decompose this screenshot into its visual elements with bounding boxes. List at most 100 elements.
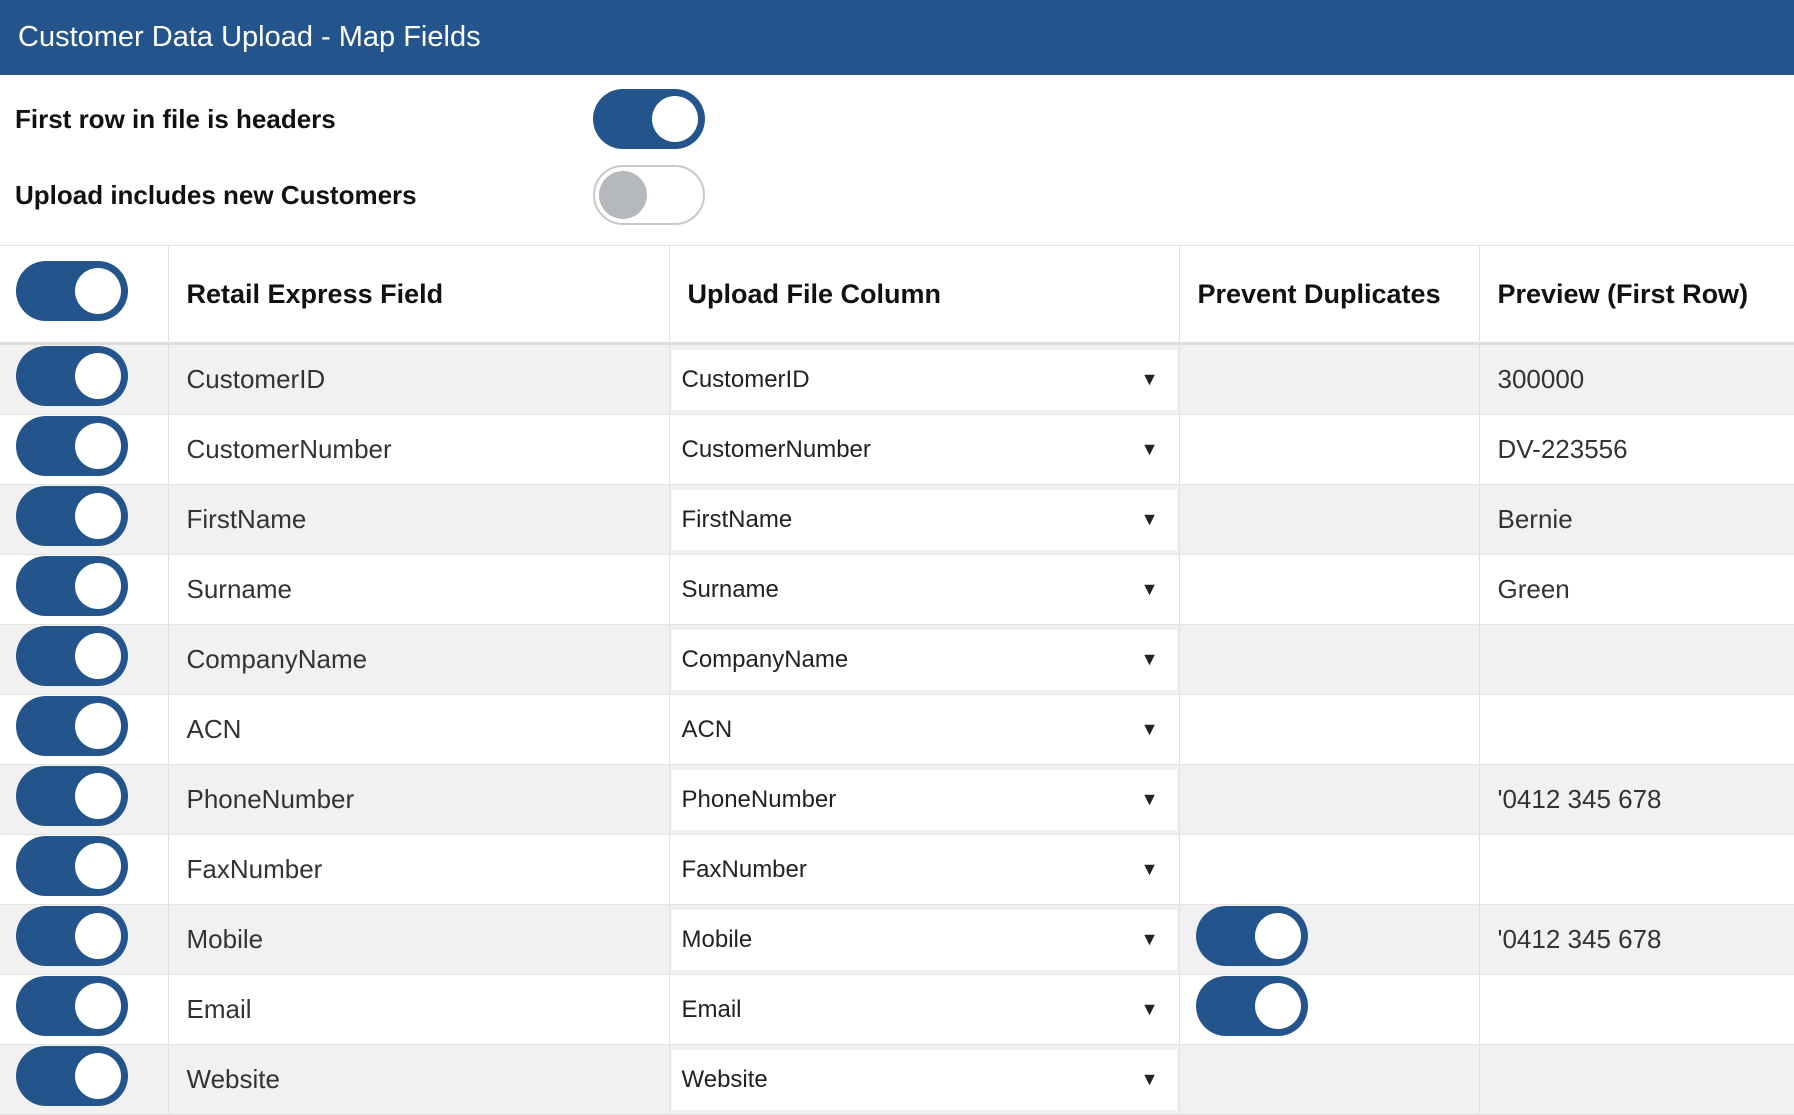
prevent-duplicates-cell: [1178, 484, 1479, 555]
include-field-toggle[interactable]: [16, 696, 128, 756]
prevent-duplicates-cell: [1178, 554, 1479, 625]
include-cell: [0, 1044, 168, 1115]
retail-express-field: FirstName: [167, 484, 669, 555]
include-cell: [0, 904, 168, 975]
preview-value: [1478, 834, 1794, 905]
window-title: Customer Data Upload - Map Fields: [18, 21, 481, 53]
table-row: CompanyName CompanyName ▼: [0, 624, 1794, 695]
column-select-cell: CustomerNumber ▼: [668, 414, 1179, 485]
table-row: FaxNumber FaxNumber ▼: [0, 834, 1794, 905]
include-field-toggle[interactable]: [16, 836, 128, 896]
preview-value: '0412 345 678: [1478, 764, 1794, 835]
retail-express-field: Website: [167, 1044, 669, 1115]
preview-value: Bernie: [1478, 484, 1794, 555]
upload-column-select[interactable]: PhoneNumber ▼: [671, 769, 1177, 830]
toggle-knob: [75, 633, 121, 679]
include-cell: [0, 414, 168, 485]
preview-value: [1478, 1044, 1794, 1115]
toggle-knob: [1254, 913, 1301, 959]
upload-column-select[interactable]: Website ▼: [671, 1049, 1177, 1110]
column-select-cell: CompanyName ▼: [668, 624, 1179, 695]
dropdown-arrow-icon: ▼: [1140, 509, 1159, 529]
retail-express-field: ACN: [167, 694, 669, 765]
toggle-knob: [75, 563, 121, 609]
select-all-toggle[interactable]: [16, 260, 128, 321]
preview-value: '0412 345 678: [1478, 904, 1794, 975]
prevent-duplicates-cell: [1178, 343, 1479, 415]
prevent-duplicates-cell: [1178, 624, 1479, 695]
upload-column-select[interactable]: ACN ▼: [671, 699, 1177, 760]
table-row: PhoneNumber PhoneNumber ▼ '0412 345 678: [0, 764, 1794, 835]
toggle-knob: [75, 1053, 121, 1099]
option-first-row-headers: First row in file is headers: [15, 89, 705, 149]
dropdown-arrow-icon: ▼: [1140, 929, 1159, 949]
include-field-toggle[interactable]: [16, 486, 128, 546]
retail-express-field: Email: [167, 974, 669, 1045]
header-field: Retail Express Field: [167, 245, 669, 345]
include-field-toggle[interactable]: [16, 626, 128, 686]
first-row-headers-toggle[interactable]: [593, 89, 705, 149]
header-duplicates: Prevent Duplicates: [1178, 245, 1479, 345]
toggle-knob: [652, 96, 698, 142]
retail-express-field: CompanyName: [167, 624, 669, 695]
retail-express-field: FaxNumber: [167, 834, 669, 905]
upload-column-value: FaxNumber: [681, 855, 807, 883]
toggle-knob: [1254, 983, 1301, 1029]
include-field-toggle[interactable]: [16, 766, 128, 826]
prevent-duplicates-cell: [1178, 904, 1479, 975]
dropdown-arrow-icon: ▼: [1140, 649, 1159, 669]
upload-column-select[interactable]: CustomerNumber ▼: [671, 419, 1177, 480]
upload-column-select[interactable]: Email ▼: [671, 979, 1177, 1040]
preview-value: 300000: [1478, 343, 1794, 415]
include-field-toggle[interactable]: [16, 556, 128, 616]
dropdown-arrow-icon: ▼: [1140, 1069, 1159, 1089]
upload-column-value: Surname: [681, 575, 779, 603]
column-select-cell: Surname ▼: [668, 554, 1179, 625]
toggle-knob: [75, 353, 121, 399]
retail-express-field: CustomerNumber: [167, 414, 669, 485]
upload-column-select[interactable]: FaxNumber ▼: [671, 839, 1177, 900]
toggle-knob: [75, 703, 121, 749]
dropdown-arrow-icon: ▼: [1140, 369, 1159, 389]
upload-column-select[interactable]: FirstName ▼: [671, 489, 1177, 550]
toggle-knob: [75, 843, 121, 889]
include-field-toggle[interactable]: [16, 346, 128, 406]
prevent-duplicates-toggle[interactable]: [1195, 906, 1308, 966]
include-field-toggle[interactable]: [16, 906, 128, 966]
upload-column-select[interactable]: CompanyName ▼: [671, 629, 1177, 690]
toggle-knob: [75, 423, 121, 469]
new-customers-toggle[interactable]: [593, 165, 705, 225]
retail-express-field: PhoneNumber: [167, 764, 669, 835]
upload-column-select[interactable]: Surname ▼: [671, 559, 1177, 620]
include-cell: [0, 624, 168, 695]
column-select-cell: Mobile ▼: [668, 904, 1179, 975]
column-select-cell: ACN ▼: [668, 694, 1179, 765]
toggle-knob: [75, 267, 121, 314]
column-select-cell: FirstName ▼: [668, 484, 1179, 555]
column-select-cell: Website ▼: [668, 1044, 1179, 1115]
new-customers-label: Upload includes new Customers: [15, 179, 417, 210]
upload-column-select[interactable]: CustomerID ▼: [671, 349, 1177, 410]
include-cell: [0, 974, 168, 1045]
include-field-toggle[interactable]: [16, 976, 128, 1036]
toggle-knob: [75, 493, 121, 539]
upload-column-select[interactable]: Mobile ▼: [671, 909, 1177, 970]
window-title-bar: Customer Data Upload - Map Fields: [0, 0, 1794, 75]
retail-express-field: Surname: [167, 554, 669, 625]
toggle-knob: [599, 171, 647, 219]
preview-value: Green: [1478, 554, 1794, 625]
table-row: CustomerNumber CustomerNumber ▼ DV-22355…: [0, 414, 1794, 485]
prevent-duplicates-toggle[interactable]: [1195, 976, 1308, 1036]
dropdown-arrow-icon: ▼: [1140, 439, 1159, 459]
upload-column-value: Mobile: [681, 925, 753, 953]
table-row: Mobile Mobile ▼ '0412 345 678: [0, 904, 1794, 975]
table-row: Website Website ▼: [0, 1044, 1794, 1115]
header-column: Upload File Column: [668, 245, 1179, 345]
include-cell: [0, 694, 168, 765]
preview-value: [1478, 694, 1794, 765]
prevent-duplicates-cell: [1178, 414, 1479, 485]
include-field-toggle[interactable]: [16, 416, 128, 476]
upload-options: First row in file is headers Upload incl…: [0, 75, 1794, 245]
column-select-cell: Email ▼: [668, 974, 1179, 1045]
include-field-toggle[interactable]: [16, 1046, 128, 1106]
